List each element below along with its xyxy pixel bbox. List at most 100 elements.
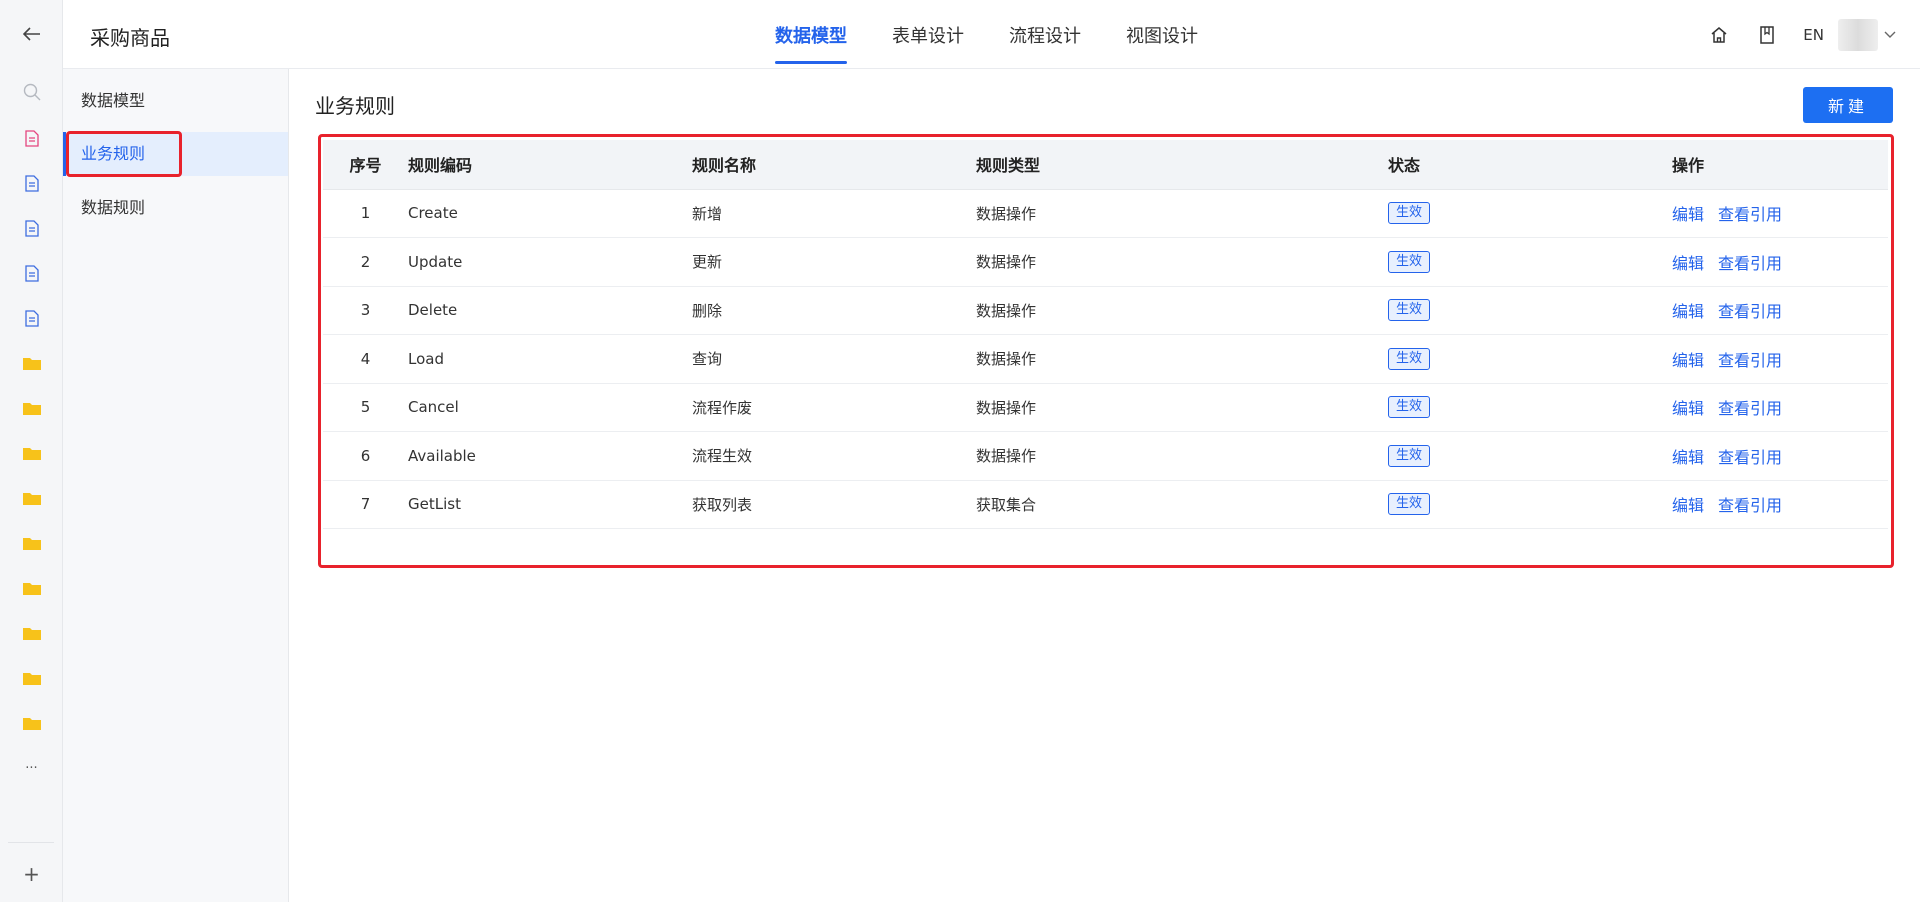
table-row: 2 Update 更新 数据操作 生效 编辑 查看引用 xyxy=(323,237,1888,287)
status-badge: 生效 xyxy=(1388,250,1431,273)
cell-seq: 6 xyxy=(323,431,408,481)
cell-actions: 编辑 查看引用 xyxy=(1672,383,1888,432)
folder-icon[interactable] xyxy=(0,711,63,735)
edit-link[interactable]: 编辑 xyxy=(1672,496,1704,515)
table-row: 3 Delete 删除 数据操作 生效 编辑 查看引用 xyxy=(323,286,1888,335)
app-title: 采购商品 xyxy=(90,26,170,50)
cell-name: 获取列表 xyxy=(692,480,976,529)
subnav-item-data-model[interactable]: 数据模型 xyxy=(63,79,288,123)
view-reference-link[interactable]: 查看引用 xyxy=(1718,448,1782,467)
new-button[interactable]: 新建 xyxy=(1803,87,1893,123)
status-badge: 生效 xyxy=(1388,202,1431,225)
cell-type: 获取集合 xyxy=(976,480,1388,529)
folder-icon[interactable] xyxy=(0,576,63,600)
cell-actions: 编辑 查看引用 xyxy=(1672,334,1888,384)
folder-icon[interactable] xyxy=(0,621,63,645)
cell-actions: 编辑 查看引用 xyxy=(1672,431,1888,481)
table-row: 4 Load 查询 数据操作 生效 编辑 查看引用 xyxy=(323,334,1888,384)
icon-rail: ... + xyxy=(0,0,63,902)
view-reference-link[interactable]: 查看引用 xyxy=(1718,254,1782,273)
more-items[interactable]: ... xyxy=(0,752,63,776)
cell-code: Delete xyxy=(408,286,692,335)
cell-type: 数据操作 xyxy=(976,189,1388,238)
chevron-down-icon[interactable] xyxy=(1884,31,1904,39)
rules-table: 序号 规则编码 规则名称 规则类型 状态 操作 1 Create 新增 数据操作… xyxy=(323,140,1888,529)
home-icon[interactable] xyxy=(1707,23,1731,47)
cell-code: Update xyxy=(408,237,692,287)
view-reference-link[interactable]: 查看引用 xyxy=(1718,399,1782,418)
top-header: 采购商品 数据模型 表单设计 流程设计 视图设计 EN xyxy=(63,0,1920,69)
document-icon[interactable] xyxy=(0,171,63,195)
col-actions: 操作 xyxy=(1672,140,1888,190)
col-code: 规则编码 xyxy=(408,140,692,190)
cell-seq: 4 xyxy=(323,334,408,384)
table-row: 5 Cancel 流程作废 数据操作 生效 编辑 查看引用 xyxy=(323,383,1888,432)
document-icon[interactable] xyxy=(0,306,63,330)
col-status: 状态 xyxy=(1388,140,1672,190)
cell-actions: 编辑 查看引用 xyxy=(1672,480,1888,529)
folder-icon[interactable] xyxy=(0,666,63,690)
folder-icon[interactable] xyxy=(0,396,63,420)
cell-seq: 7 xyxy=(323,480,408,529)
document-red-icon[interactable] xyxy=(0,126,63,150)
language-switch[interactable]: EN xyxy=(1803,26,1824,44)
cell-seq: 3 xyxy=(323,286,408,335)
folder-icon[interactable] xyxy=(0,531,63,555)
cell-actions: 编辑 查看引用 xyxy=(1672,189,1888,238)
status-badge: 生效 xyxy=(1388,299,1431,322)
edit-link[interactable]: 编辑 xyxy=(1672,254,1704,273)
folder-icon[interactable] xyxy=(0,486,63,510)
header-actions: EN xyxy=(1707,0,1920,69)
document-icon[interactable] xyxy=(0,216,63,240)
status-badge: 生效 xyxy=(1388,444,1431,467)
avatar[interactable] xyxy=(1838,18,1878,51)
tab-data-model[interactable]: 数据模型 xyxy=(775,0,847,69)
tab-view-design[interactable]: 视图设计 xyxy=(1126,0,1198,69)
subnav-item-data-rules[interactable]: 数据规则 xyxy=(63,186,288,230)
tab-form-design[interactable]: 表单设计 xyxy=(892,0,964,69)
cell-seq: 1 xyxy=(323,189,408,238)
subnav-item-business-rules[interactable]: 业务规则 xyxy=(63,132,288,176)
cell-type: 数据操作 xyxy=(976,431,1388,481)
view-reference-link[interactable]: 查看引用 xyxy=(1718,496,1782,515)
col-type: 规则类型 xyxy=(976,140,1388,190)
top-tabs: 数据模型 表单设计 流程设计 视图设计 xyxy=(775,0,1243,69)
secondary-sidebar: 数据模型 业务规则 数据规则 xyxy=(63,69,289,902)
view-reference-link[interactable]: 查看引用 xyxy=(1718,205,1782,224)
cell-name: 新增 xyxy=(692,189,976,238)
cell-actions: 编辑 查看引用 xyxy=(1672,286,1888,335)
cell-status: 生效 xyxy=(1388,237,1672,287)
cell-name: 查询 xyxy=(692,334,976,384)
rules-table-container: 序号 规则编码 规则名称 规则类型 状态 操作 1 Create 新增 数据操作… xyxy=(323,140,1888,529)
cell-code: Available xyxy=(408,431,692,481)
add-icon[interactable]: + xyxy=(0,862,63,886)
col-name: 规则名称 xyxy=(692,140,976,190)
page-title: 业务规则 xyxy=(315,94,395,118)
back-arrow-icon[interactable] xyxy=(0,22,63,46)
cell-type: 数据操作 xyxy=(976,286,1388,335)
edit-link[interactable]: 编辑 xyxy=(1672,302,1704,321)
tab-flow-design[interactable]: 流程设计 xyxy=(1009,0,1081,69)
cell-status: 生效 xyxy=(1388,286,1672,335)
status-badge: 生效 xyxy=(1388,347,1431,370)
cell-code: Create xyxy=(408,189,692,238)
folder-icon[interactable] xyxy=(0,351,63,375)
table-row: 1 Create 新增 数据操作 生效 编辑 查看引用 xyxy=(323,189,1888,238)
status-badge: 生效 xyxy=(1388,493,1431,516)
table-header-row: 序号 规则编码 规则名称 规则类型 状态 操作 xyxy=(323,140,1888,190)
cell-name: 流程生效 xyxy=(692,431,976,481)
cell-code: GetList xyxy=(408,480,692,529)
cell-status: 生效 xyxy=(1388,431,1672,481)
view-reference-link[interactable]: 查看引用 xyxy=(1718,302,1782,321)
view-reference-link[interactable]: 查看引用 xyxy=(1718,351,1782,370)
folder-icon[interactable] xyxy=(0,441,63,465)
document-icon[interactable] xyxy=(0,261,63,285)
edit-link[interactable]: 编辑 xyxy=(1672,351,1704,370)
cell-type: 数据操作 xyxy=(976,334,1388,384)
edit-link[interactable]: 编辑 xyxy=(1672,205,1704,224)
col-seq: 序号 xyxy=(323,140,408,190)
edit-link[interactable]: 编辑 xyxy=(1672,399,1704,418)
book-icon[interactable] xyxy=(1755,23,1779,47)
search-icon[interactable] xyxy=(0,80,63,104)
edit-link[interactable]: 编辑 xyxy=(1672,448,1704,467)
